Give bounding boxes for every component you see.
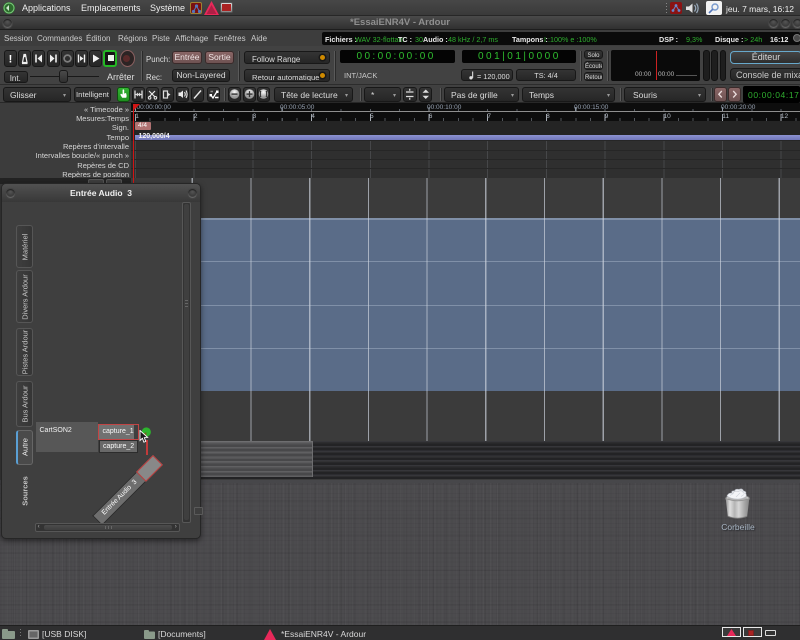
svg-text:!: ! bbox=[9, 54, 13, 66]
